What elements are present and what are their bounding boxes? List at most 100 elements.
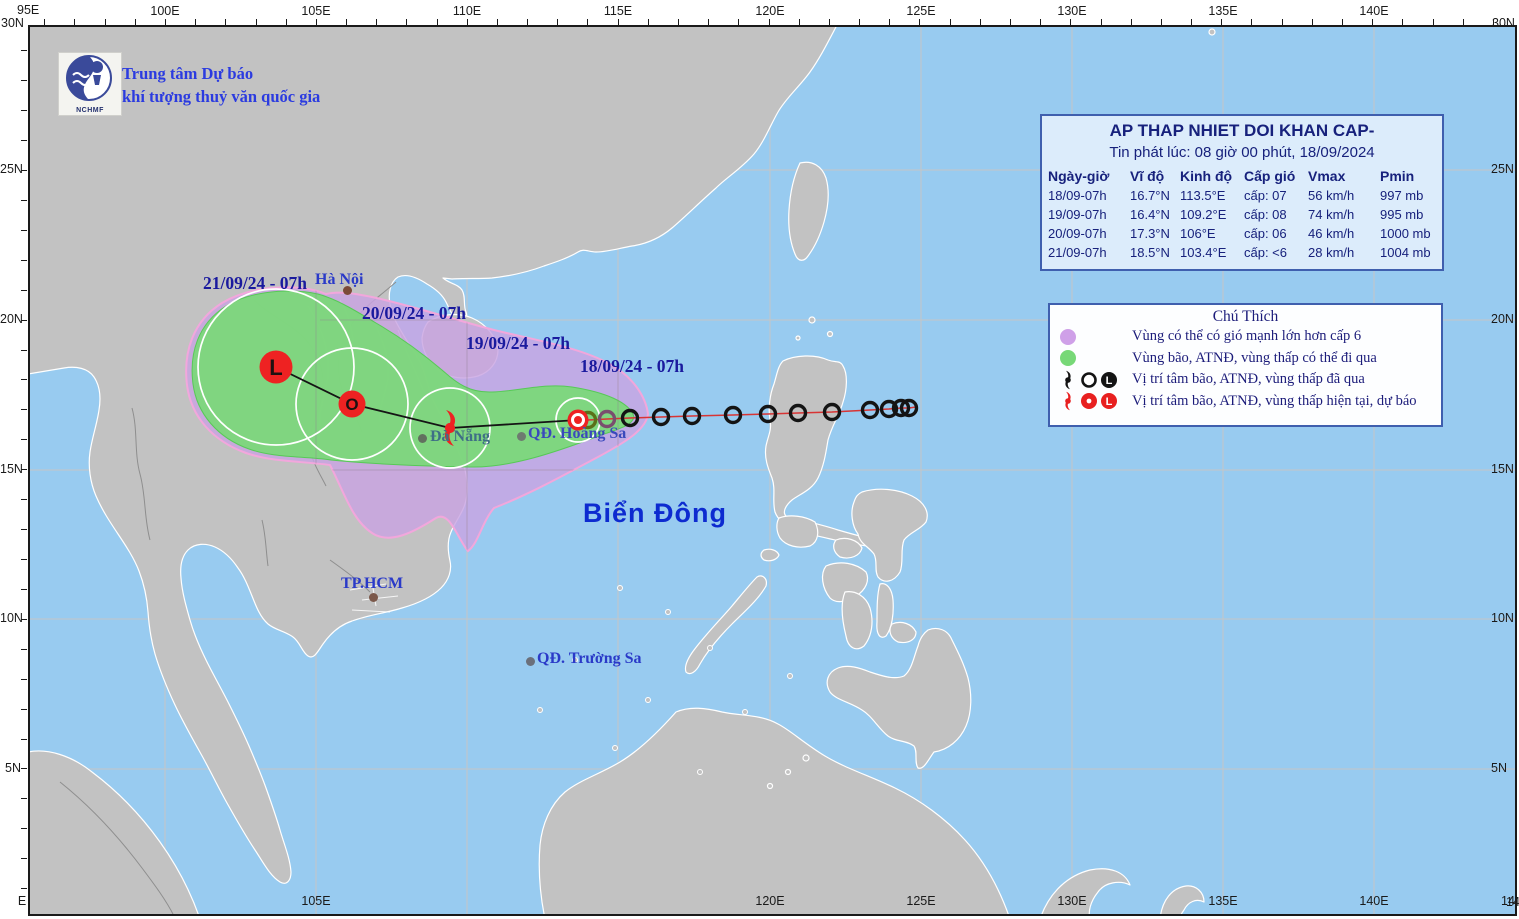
city-label: Hà Nội	[315, 271, 364, 288]
axis-tick-left	[21, 618, 27, 620]
forecast-position-glyph: O	[345, 395, 358, 414]
axis-tick-left	[21, 140, 27, 142]
current-position-icons: L	[1065, 392, 1117, 411]
axis-tick-top	[44, 19, 46, 25]
legend-item-track-area: Vùng bão, ATNĐ, vùng thấp có thể đi qua	[1050, 348, 1441, 370]
axis-tick-top	[1402, 19, 1404, 25]
forecast-col-header: Pmin	[1380, 168, 1415, 184]
track-area-swatch-icon	[1060, 350, 1076, 367]
axis-label-lon-top: 130E	[1057, 4, 1087, 18]
forecast-col-header: Ngày-giờ	[1048, 168, 1110, 184]
nchmf-logo-icon	[66, 55, 112, 101]
forecast-cell: 19/09-07h	[1048, 207, 1107, 222]
axis-tick-top	[859, 19, 861, 25]
city-dot	[369, 593, 378, 602]
forecast-cell: 106°E	[1180, 226, 1216, 241]
axis-tick-top	[647, 19, 649, 25]
axis-tick-left	[21, 768, 27, 770]
axis-corner-label: 14	[1506, 895, 1519, 909]
city-label: QĐ. Hoàng Sa	[528, 425, 627, 442]
org-name-line2: khí tượng thuỷ văn quốc gia	[122, 87, 321, 106]
bulletin-issued-time: Tin phát lúc: 08 giờ 00 phút, 18/09/2024	[1109, 144, 1375, 161]
axis-tick-top	[828, 19, 830, 25]
axis-tick-top	[134, 19, 136, 25]
forecast-cell: 20/09-07h	[1048, 226, 1107, 241]
forecast-cell: 1004 mb	[1380, 245, 1431, 260]
track-date-label: 21/09/24 - 07h	[203, 273, 308, 293]
wind-area-swatch-icon	[1060, 328, 1076, 345]
forecast-cell: 109.2°E	[1180, 207, 1227, 222]
forecast-cell: 46 km/h	[1308, 226, 1355, 241]
axis-tick-top	[74, 19, 76, 25]
forecast-cell: 113.5°E	[1180, 188, 1226, 203]
axis-label-lat-right: 10N	[1491, 611, 1514, 625]
sea-name-label: Biển Đông	[583, 498, 727, 528]
axis-label-lat-left: 20N	[0, 312, 23, 326]
axis-label-lon-top: 120E	[755, 4, 785, 18]
forecast-col-header: Kinh độ	[1180, 168, 1233, 184]
axis-tick-left	[21, 798, 27, 800]
axis-label-lat-left: 25N	[0, 162, 23, 176]
axis-tick-top	[285, 19, 287, 25]
forecast-cell: cấp: 07	[1244, 188, 1287, 203]
axis-tick-top	[1492, 19, 1494, 25]
legend-item-past-position: L Vị trí tâm bão, ATNĐ, vùng thấp đã qua	[1050, 369, 1441, 391]
track-date-label: 19/09/24 - 07h	[466, 333, 571, 353]
axis-tick-top	[255, 19, 257, 25]
city-dot	[526, 657, 535, 666]
axis-tick-top	[1221, 19, 1223, 25]
island-sulu-3	[766, 782, 774, 790]
bulletin-title: AP THAP NHIET DOI KHAN CAP-	[1109, 121, 1375, 140]
axis-label-lon-top: 135E	[1208, 4, 1238, 18]
forecast-cell: 995 mb	[1380, 207, 1424, 222]
axis-tick-top	[315, 19, 317, 25]
axis-tick-top	[738, 19, 740, 25]
axis-tick-top	[195, 19, 197, 25]
axis-tick-top	[527, 19, 529, 25]
axis-tick-top	[979, 19, 981, 25]
legend-label: Vùng có thể có gió mạnh lớn hơn cấp 6	[1132, 328, 1362, 345]
axis-label-lon-top: 105E	[301, 4, 331, 18]
axis-tick-top	[557, 19, 559, 25]
island-lubang	[760, 548, 780, 562]
axis-label-lat-right: 5N	[1491, 761, 1507, 775]
axis-tick-top	[1191, 19, 1192, 25]
axis-corner-label: 30N	[1492, 16, 1515, 30]
axis-tick-left	[21, 349, 27, 351]
island-sulu-1	[802, 754, 810, 762]
forecast-cell: cấp: 06	[1244, 226, 1287, 241]
legend-item-wind-area: Vùng có thể có gió mạnh lớn hơn cấp 6	[1050, 326, 1441, 348]
axis-tick-top	[678, 19, 679, 25]
axis-tick-left	[21, 379, 27, 381]
axis-tick-top	[466, 19, 468, 25]
axis-tick-left	[21, 80, 27, 82]
axis-label-lon-top: 100E	[150, 4, 180, 18]
forecast-cell: 18.5°N	[1130, 245, 1170, 260]
forecast-col-header: Cấp gió	[1244, 168, 1296, 184]
axis-tick-top	[768, 19, 770, 25]
city-label: TP.HCM	[341, 575, 404, 592]
svg-text:L: L	[1106, 375, 1113, 387]
axis-tick-left	[21, 738, 27, 740]
forecast-position-glyph: L	[269, 355, 282, 380]
axis-label-lat-left: 15N	[0, 462, 23, 476]
track-date-label: 18/09/24 - 07h	[580, 356, 685, 376]
svg-text:L: L	[1106, 396, 1113, 408]
axis-tick-left	[21, 648, 27, 650]
axis-tick-left	[21, 319, 27, 321]
axis-tick-top	[1251, 19, 1253, 25]
axis-tick-top	[436, 19, 438, 25]
forecast-cell: cấp: <6	[1244, 245, 1288, 260]
axis-label-lon-bottom: 125E	[906, 894, 936, 908]
axis-tick-top	[1130, 19, 1132, 25]
axis-tick-top	[406, 19, 408, 25]
forecast-cell: 16.4°N	[1130, 207, 1170, 222]
axis-tick-left	[21, 858, 27, 860]
axis-label-lon-bottom: E	[17, 894, 27, 908]
org-name: Trung tâm Dự báo khí tượng thuỷ văn quốc…	[122, 62, 320, 108]
axis-tick-top	[708, 19, 710, 25]
forecast-cell: 28 km/h	[1308, 245, 1355, 260]
axis-tick-top	[1432, 19, 1434, 25]
axis-label-lon-bottom: 130E	[1057, 894, 1087, 908]
axis-tick-top	[1462, 19, 1464, 25]
